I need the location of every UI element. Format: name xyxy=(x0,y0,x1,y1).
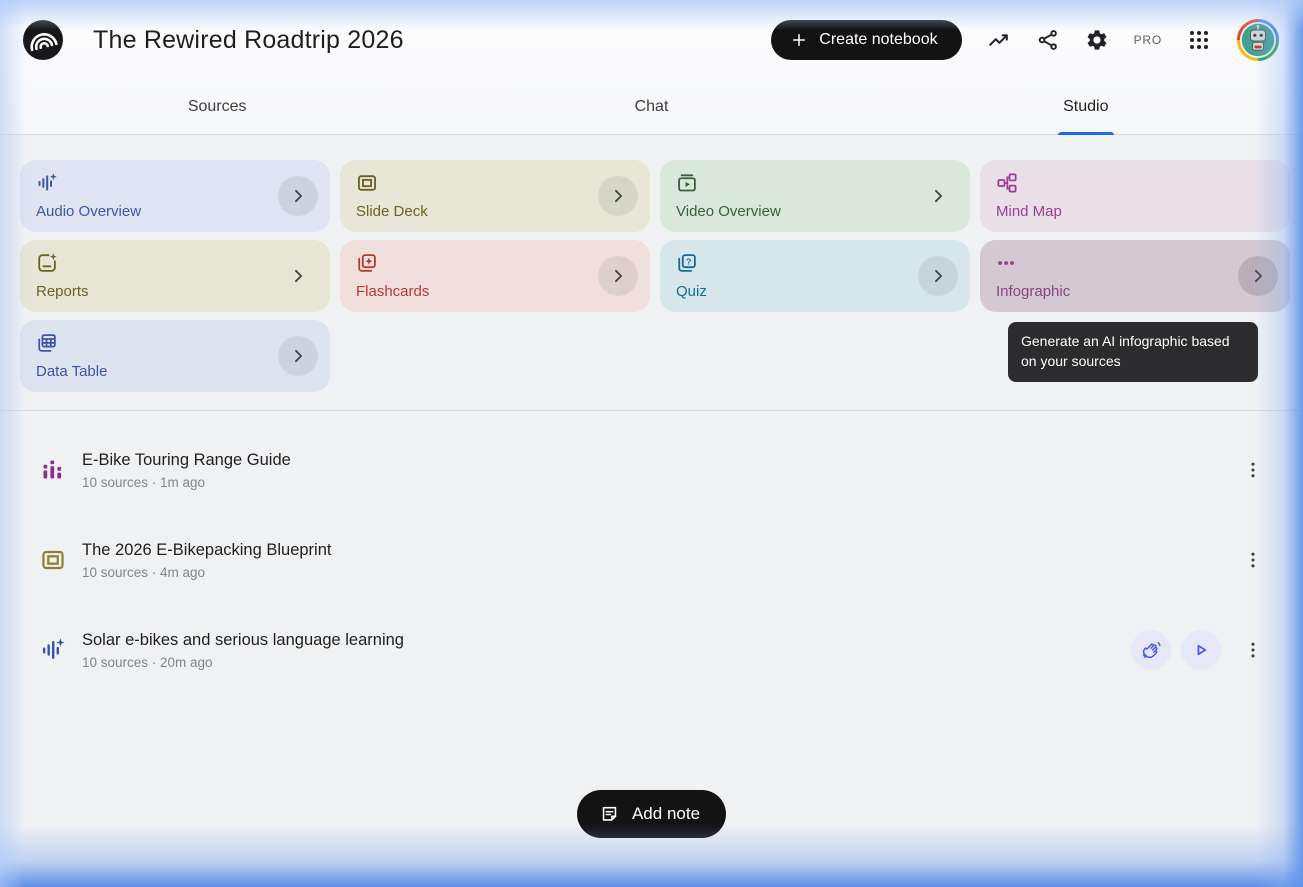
notebooklm-logo[interactable] xyxy=(23,20,63,60)
tool-card-quiz[interactable]: ? Quiz xyxy=(660,240,970,312)
chevron-right-icon[interactable] xyxy=(278,256,318,296)
svg-text:?: ? xyxy=(686,256,691,266)
audio-overview-icon xyxy=(36,172,58,194)
studio-item-row[interactable]: E-Bike Touring Range Guide 10 sources · 1… xyxy=(0,425,1303,515)
add-note-container: Add note xyxy=(0,790,1303,838)
slide-deck-icon xyxy=(40,547,66,573)
note-icon xyxy=(599,804,620,825)
tool-label: Reports xyxy=(36,284,314,299)
chevron-right-icon[interactable] xyxy=(918,176,958,216)
reports-icon xyxy=(36,252,58,274)
tool-card-reports[interactable]: Reports xyxy=(20,240,330,312)
mind-map-icon xyxy=(996,172,1018,194)
chevron-right-icon[interactable] xyxy=(278,336,318,376)
header: The Rewired Roadtrip 2026 Create noteboo… xyxy=(0,0,1303,80)
tool-card-video-overview[interactable]: Video Overview xyxy=(660,160,970,232)
tool-label: Infographic xyxy=(996,284,1274,299)
interactive-mode-button[interactable] xyxy=(1131,630,1171,670)
plus-icon xyxy=(790,31,808,49)
tool-card-infographic[interactable]: Infographic xyxy=(980,240,1290,312)
play-button[interactable] xyxy=(1181,630,1221,670)
item-text: Solar e-bikes and serious language learn… xyxy=(82,631,404,670)
chevron-right-icon[interactable] xyxy=(1238,256,1278,296)
tool-label: Flashcards xyxy=(356,284,634,299)
tool-card-audio-overview[interactable]: Audio Overview xyxy=(20,160,330,232)
settings-gear-icon[interactable] xyxy=(1085,28,1109,52)
quiz-icon: ? xyxy=(676,252,698,274)
item-actions xyxy=(1231,450,1267,490)
slide-deck-icon xyxy=(356,172,378,194)
kebab-menu-button[interactable] xyxy=(1239,540,1267,580)
pro-badge: PRO xyxy=(1134,33,1162,47)
studio-items-list: E-Bike Touring Range Guide 10 sources · 1… xyxy=(0,425,1303,695)
tab-bar: SourcesChatStudio xyxy=(0,80,1303,135)
kebab-menu-button[interactable] xyxy=(1239,450,1267,490)
chevron-right-icon[interactable] xyxy=(598,256,638,296)
tool-label: Mind Map xyxy=(996,204,1274,219)
chevron-right-icon[interactable] xyxy=(278,176,318,216)
section-divider xyxy=(0,410,1303,411)
data-table-icon xyxy=(36,332,58,354)
tooltip-text: Generate an AI infographic based on your… xyxy=(1021,333,1230,369)
infographic-dots-icon xyxy=(996,252,1018,274)
item-actions xyxy=(1231,540,1267,580)
tool-label: Video Overview xyxy=(676,204,954,219)
audio-overview-icon xyxy=(40,637,66,663)
tool-label: Data Table xyxy=(36,364,314,379)
item-title: Solar e-bikes and serious language learn… xyxy=(82,631,404,650)
create-notebook-label: Create notebook xyxy=(819,31,937,49)
tab-chat[interactable]: Chat xyxy=(434,80,868,134)
chevron-right-icon[interactable] xyxy=(598,176,638,216)
tool-label: Audio Overview xyxy=(36,204,314,219)
infographic-chart-icon xyxy=(40,457,66,483)
item-title: The 2026 E-Bikepacking Blueprint xyxy=(82,541,331,560)
item-text: The 2026 E-Bikepacking Blueprint 10 sourc… xyxy=(82,541,331,580)
tool-card-data-table[interactable]: Data Table xyxy=(20,320,330,392)
tool-label: Quiz xyxy=(676,284,954,299)
create-notebook-button[interactable]: Create notebook xyxy=(771,20,961,60)
item-meta: 10 sources · 20m ago xyxy=(82,655,404,670)
tooltip: Generate an AI infographic based on your… xyxy=(1008,322,1258,382)
account-avatar[interactable] xyxy=(1236,18,1280,62)
analytics-trend-icon[interactable] xyxy=(987,28,1011,52)
studio-item-row[interactable]: The 2026 E-Bikepacking Blueprint 10 sourc… xyxy=(0,515,1303,605)
chevron-right-icon[interactable] xyxy=(918,256,958,296)
tab-sources[interactable]: Sources xyxy=(0,80,434,134)
apps-grid-icon[interactable] xyxy=(1187,28,1211,52)
kebab-menu-button[interactable] xyxy=(1239,630,1267,670)
add-note-label: Add note xyxy=(632,804,700,824)
tool-card-mind-map[interactable]: Mind Map xyxy=(980,160,1290,232)
item-text: E-Bike Touring Range Guide 10 sources · 1… xyxy=(82,451,291,490)
item-meta: 10 sources · 1m ago xyxy=(82,475,291,490)
tool-label: Slide Deck xyxy=(356,204,634,219)
video-overview-icon xyxy=(676,172,698,194)
flashcards-icon xyxy=(356,252,378,274)
tool-card-flashcards[interactable]: Flashcards xyxy=(340,240,650,312)
top-bar: The Rewired Roadtrip 2026 Create noteboo… xyxy=(0,0,1303,135)
tool-card-slide-deck[interactable]: Slide Deck xyxy=(340,160,650,232)
item-actions xyxy=(1131,630,1267,670)
add-note-button[interactable]: Add note xyxy=(577,790,726,838)
studio-item-row[interactable]: Solar e-bikes and serious language learn… xyxy=(0,605,1303,695)
notebook-title[interactable]: The Rewired Roadtrip 2026 xyxy=(93,26,404,55)
tab-studio[interactable]: Studio xyxy=(869,80,1303,134)
item-title: E-Bike Touring Range Guide xyxy=(82,451,291,470)
header-actions: Create notebook PRO xyxy=(771,18,1280,62)
item-meta: 10 sources · 4m ago xyxy=(82,565,331,580)
share-icon[interactable] xyxy=(1036,28,1060,52)
